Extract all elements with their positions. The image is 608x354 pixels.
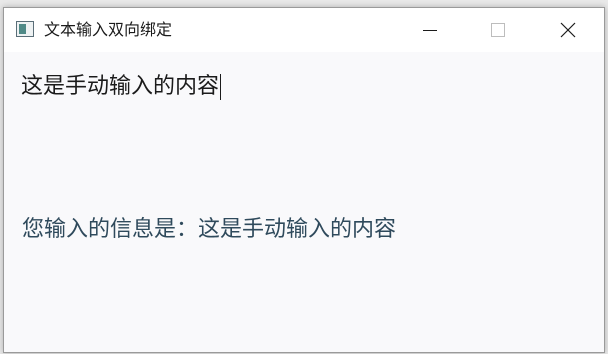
close-icon bbox=[560, 22, 576, 38]
close-button[interactable] bbox=[534, 8, 602, 52]
text-input[interactable]: 这是手动输入的内容 bbox=[21, 70, 222, 104]
app-window: 文本输入双向绑定 这是手动输入的内容 您输入的信息是：这是手动输入的内容 bbox=[3, 7, 605, 353]
output-value: 这是手动输入的内容 bbox=[198, 217, 397, 242]
text-input-value: 这是手动输入的内容 bbox=[21, 74, 220, 99]
maximize-icon bbox=[491, 23, 505, 37]
window-title: 文本输入双向绑定 bbox=[44, 20, 173, 39]
output-label: 您输入的信息是： bbox=[22, 217, 199, 242]
minimize-icon bbox=[423, 30, 437, 31]
minimize-button[interactable] bbox=[396, 8, 464, 52]
title-bar[interactable]: 文本输入双向绑定 bbox=[4, 8, 604, 52]
app-window-icon bbox=[16, 21, 34, 37]
maximize-button[interactable] bbox=[464, 8, 532, 52]
bound-output: 您输入的信息是：这是手动输入的内容 bbox=[22, 213, 396, 247]
text-caret bbox=[220, 74, 222, 100]
